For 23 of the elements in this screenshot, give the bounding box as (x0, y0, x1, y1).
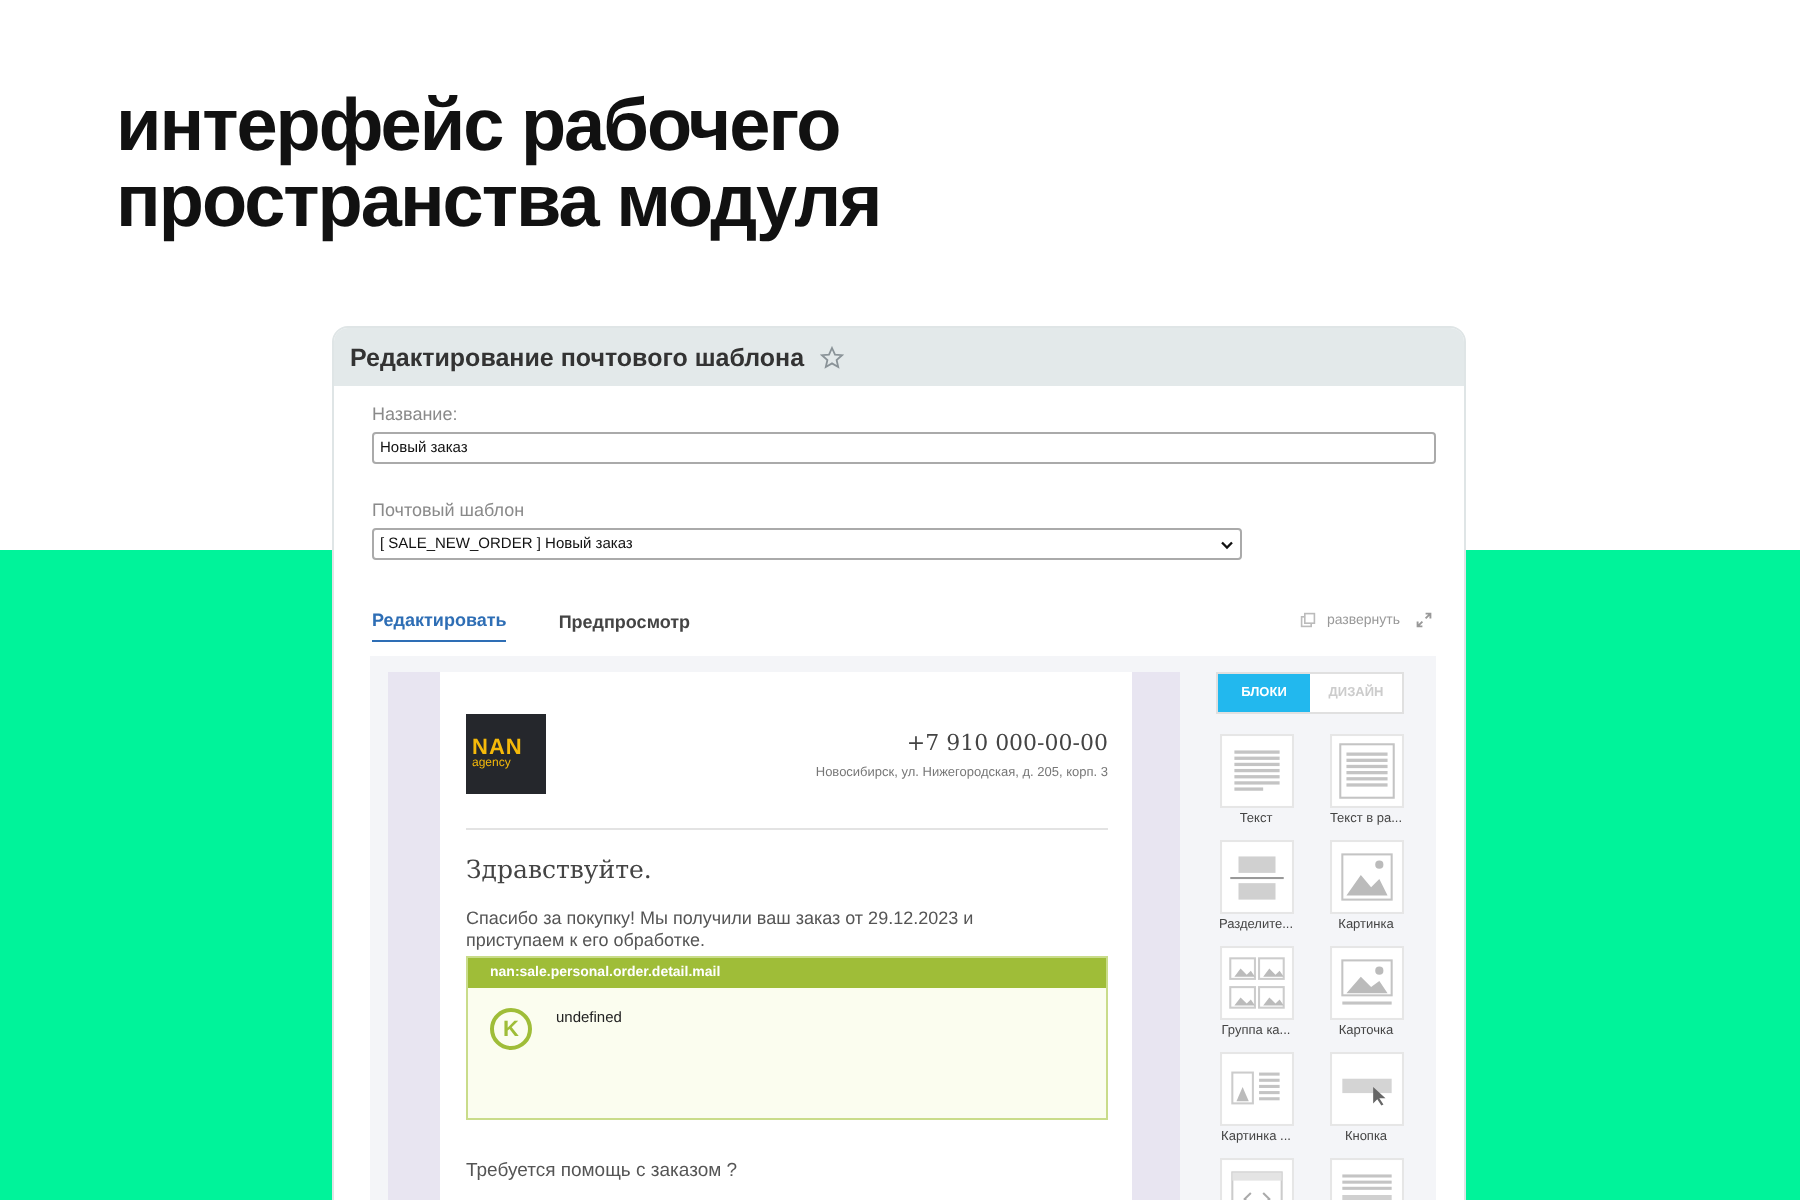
copy-icon[interactable] (1300, 612, 1317, 628)
text-block-icon[interactable] (1219, 734, 1293, 808)
message-text: Спасибо за покупку! Мы получили ваш заказ от 29.12.2023 и приступаем к его обработке. (466, 908, 976, 952)
chevron-down-icon (1220, 539, 1234, 549)
expand-icon[interactable] (1416, 612, 1432, 628)
tab[interactable]: Предпросмотр (558, 599, 691, 641)
divider-block-icon[interactable] (1219, 840, 1293, 914)
star-icon[interactable] (820, 345, 845, 369)
gallery-block-icon[interactable] (1219, 946, 1293, 1020)
field-label: Почтовый шаблон (372, 500, 527, 520)
button-block-icon[interactable] (1329, 1052, 1403, 1126)
card-block-icon[interactable] (1329, 946, 1403, 1020)
framed-text-block-icon[interactable] (1329, 734, 1403, 808)
badge-icon: K (490, 1008, 532, 1050)
window-title: Редактирование почтового шаблона (350, 343, 805, 371)
phone-number: +7 910 000-00-00 (906, 730, 1108, 756)
help-text: Требуется помощь с заказом ? (466, 1160, 740, 1182)
image-block-icon[interactable] (1329, 840, 1403, 914)
image-text-block-icon[interactable] (1219, 1052, 1293, 1126)
headline: интерфейс рабочего пространства модуля (114, 82, 883, 246)
greeting: Здравствуйте. (466, 854, 654, 884)
field-label: Название: (372, 404, 460, 424)
tab[interactable]: Редактировать (372, 598, 507, 642)
